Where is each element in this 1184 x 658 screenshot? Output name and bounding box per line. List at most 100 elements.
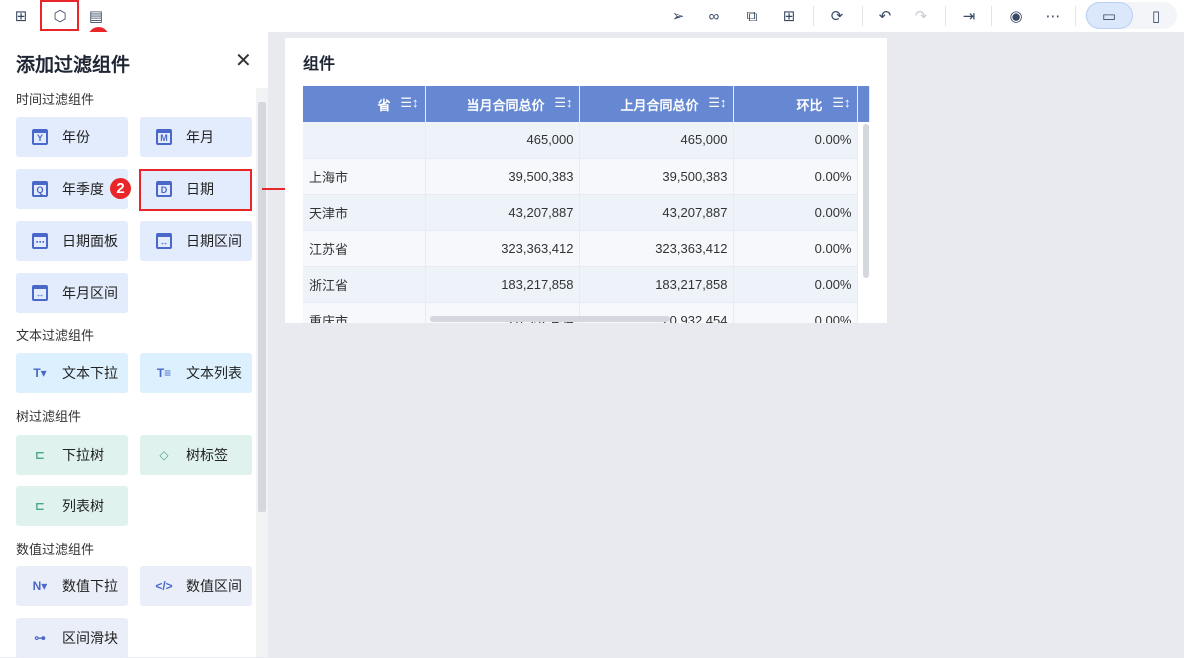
send-icon[interactable]: ➢ bbox=[668, 6, 688, 26]
add-chart-icon[interactable]: ⊞ bbox=[11, 6, 31, 26]
filter-item-文本列表[interactable]: T≡ 文本列表 bbox=[140, 353, 252, 393]
filter-item-下拉树[interactable]: ⊏ 下拉树 bbox=[16, 435, 128, 475]
filter-item-年份[interactable]: Y 年份 bbox=[16, 117, 128, 157]
table-row[interactable]: 浙江省 183,217,858 183,217,858 0.00% bbox=[303, 266, 869, 303]
column-header[interactable]: 当月合同总价 ☰↕ bbox=[425, 86, 580, 122]
filter-item-label: 数值下拉 bbox=[62, 578, 118, 594]
table-cell: 183,217,858 bbox=[579, 266, 734, 303]
filter-item-数值区间[interactable]: </> 数值区间 bbox=[140, 566, 252, 606]
filter-item-树标签[interactable]: ◇ 树标签 bbox=[140, 435, 252, 475]
table-cell: 39,500,383 bbox=[425, 158, 580, 195]
undo-icon[interactable]: ↶ bbox=[875, 6, 895, 26]
table-cell: 0.00% bbox=[733, 158, 858, 195]
filter-item-label: 下拉树 bbox=[62, 447, 104, 463]
table-row[interactable]: 上海市 39,500,383 39,500,383 0.00% bbox=[303, 158, 869, 195]
column-header[interactable]: 上月合同总价 ☰↕ bbox=[579, 86, 734, 122]
filter-type-icon: N▾ bbox=[32, 579, 48, 593]
redo-icon[interactable]: ↷ bbox=[911, 6, 931, 26]
table-horizontal-scrollbar[interactable] bbox=[430, 316, 670, 322]
table-cell: 0.00% bbox=[733, 230, 858, 267]
table-cell: 323,363,412 bbox=[425, 230, 580, 267]
preview-icon[interactable]: ◉ bbox=[1006, 6, 1026, 26]
table-cell: 0.00% bbox=[733, 266, 858, 303]
add-filter-panel: 添加过滤组件 ✕ 时间过滤组件 Y 年份 M 年月 Q 年季度 D 日期 ⋯ 日期面板 ↔ 日期区间 ↔ 年… bbox=[0, 32, 268, 658]
filter-type-icon: Y bbox=[32, 129, 48, 145]
scrollbar[interactable] bbox=[256, 88, 268, 657]
filter-item-label: 数值区间 bbox=[186, 578, 242, 594]
section-label: 文本过滤组件 bbox=[16, 328, 95, 343]
filter-type-icon: T≡ bbox=[156, 366, 172, 380]
filter-item-文本下拉[interactable]: T▾ 文本下拉 bbox=[16, 353, 128, 393]
table-cell: 43,207,887 bbox=[425, 194, 580, 231]
link-icon[interactable]: ∞ bbox=[704, 6, 724, 26]
more-icon[interactable]: ⋯ bbox=[1043, 6, 1063, 26]
table-cell: 上海市 bbox=[303, 158, 426, 195]
row-spacer bbox=[857, 302, 869, 323]
filter-type-icon: ⋯ bbox=[32, 233, 48, 249]
column-header[interactable]: 环比 ☰↕ bbox=[733, 86, 858, 122]
table-cell: 江苏省 bbox=[303, 230, 426, 267]
table-cell: 323,363,412 bbox=[579, 230, 734, 267]
highlight-box-2 bbox=[139, 169, 252, 211]
header-spacer bbox=[857, 86, 870, 122]
table-row[interactable]: 465,000 465,000 0.00% bbox=[303, 122, 869, 159]
filter-type-icon: </> bbox=[155, 579, 173, 593]
filter-item-label: 日期区间 bbox=[186, 233, 242, 249]
screenshot-icon[interactable]: ⧉ bbox=[742, 6, 762, 26]
column-header-label: 环比 bbox=[796, 97, 823, 113]
desktop-view-icon[interactable]: ▭ bbox=[1099, 6, 1119, 26]
filter-item-label: 年季度 bbox=[62, 181, 104, 197]
data-table: 省 ☰↕ 当月合同总价 ☰↕ 上月合同总价 ☰↕ 环比 ☰↕ 465,000 465,000 0.… bbox=[303, 86, 870, 323]
filter-item-年月[interactable]: M 年月 bbox=[140, 117, 252, 157]
table-cell: 天津市 bbox=[303, 194, 426, 231]
filter-type-icon: T▾ bbox=[33, 366, 47, 380]
filter-item-label: 树标签 bbox=[186, 447, 228, 463]
mobile-view-icon[interactable]: ▯ bbox=[1146, 6, 1166, 26]
filter-item-label: 年月区间 bbox=[62, 285, 118, 301]
table-row[interactable]: 天津市 43,207,887 43,207,887 0.00% bbox=[303, 194, 869, 231]
filter-item-label: 区间滑块 bbox=[62, 630, 118, 646]
filter-item-label: 列表树 bbox=[62, 498, 104, 514]
table-cell: 重庆市 bbox=[303, 302, 426, 323]
table-cell: 浙江省 bbox=[303, 266, 426, 303]
filter-item-日期面板[interactable]: ⋯ 日期面板 bbox=[16, 221, 128, 261]
filter-item-区间滑块[interactable]: ⊶ 区间滑块 bbox=[16, 618, 128, 658]
sort-icon[interactable]: ☰↕ bbox=[832, 95, 850, 111]
sort-icon[interactable]: ☰↕ bbox=[400, 95, 418, 111]
fit-screen-icon[interactable]: ⊞ bbox=[779, 6, 799, 26]
table-cell: 43,207,887 bbox=[579, 194, 734, 231]
filter-item-数值下拉[interactable]: N▾ 数值下拉 bbox=[16, 566, 128, 606]
column-header-label: 省 bbox=[377, 97, 391, 113]
filter-item-label: 文本下拉 bbox=[62, 365, 118, 381]
refresh-icon[interactable]: ⟳ bbox=[827, 6, 847, 26]
column-header-label: 当月合同总价 bbox=[466, 97, 545, 113]
table-cell: 0.00% bbox=[733, 194, 858, 231]
step-badge-2: 2 bbox=[110, 178, 131, 199]
table-cell: 183,217,858 bbox=[425, 266, 580, 303]
exit-icon[interactable]: ⇥ bbox=[959, 6, 979, 26]
filter-type-icon: ⊏ bbox=[34, 448, 46, 462]
highlight-box-1 bbox=[40, 0, 79, 31]
table-row[interactable]: 江苏省 323,363,412 323,363,412 0.00% bbox=[303, 230, 869, 267]
filter-item-日期区间[interactable]: ↔ 日期区间 bbox=[140, 221, 252, 261]
table-cell: 0.00% bbox=[733, 302, 858, 323]
filter-type-icon: ◇ bbox=[159, 448, 169, 462]
filter-type-icon: Q bbox=[32, 181, 48, 197]
table-cell: 0.00% bbox=[733, 122, 858, 159]
add-text-icon[interactable]: ▤ bbox=[86, 6, 106, 26]
filter-item-列表树[interactable]: ⊏ 列表树 bbox=[16, 486, 128, 526]
top-toolbar: ⊞ ⬡ ▤ ➢ ∞ ⧉ ⊞ ⟳ ↶ ↷ ⇥ ◉ ⋯ ▭ ▯ bbox=[0, 0, 1184, 32]
column-header[interactable]: 省 ☰↕ bbox=[303, 86, 426, 122]
filter-item-label: 日期面板 bbox=[62, 233, 118, 249]
section-label: 数值过滤组件 bbox=[16, 542, 95, 557]
table-vertical-scrollbar[interactable] bbox=[863, 124, 869, 278]
filter-type-icon: M bbox=[156, 129, 172, 145]
panel-title: 添加过滤组件 bbox=[16, 55, 131, 76]
sort-icon[interactable]: ☰↕ bbox=[708, 95, 726, 111]
close-icon[interactable]: ✕ bbox=[235, 48, 252, 73]
section-label: 树过滤组件 bbox=[16, 409, 82, 424]
column-header-label: 上月合同总价 bbox=[620, 97, 699, 113]
table-component-card[interactable]: 组件 省 ☰↕ 当月合同总价 ☰↕ 上月合同总价 ☰↕ 环比 ☰↕ 465,000 465,00… bbox=[285, 38, 887, 323]
filter-item-年月区间[interactable]: ↔ 年月区间 bbox=[16, 273, 128, 313]
sort-icon[interactable]: ☰↕ bbox=[554, 95, 572, 111]
